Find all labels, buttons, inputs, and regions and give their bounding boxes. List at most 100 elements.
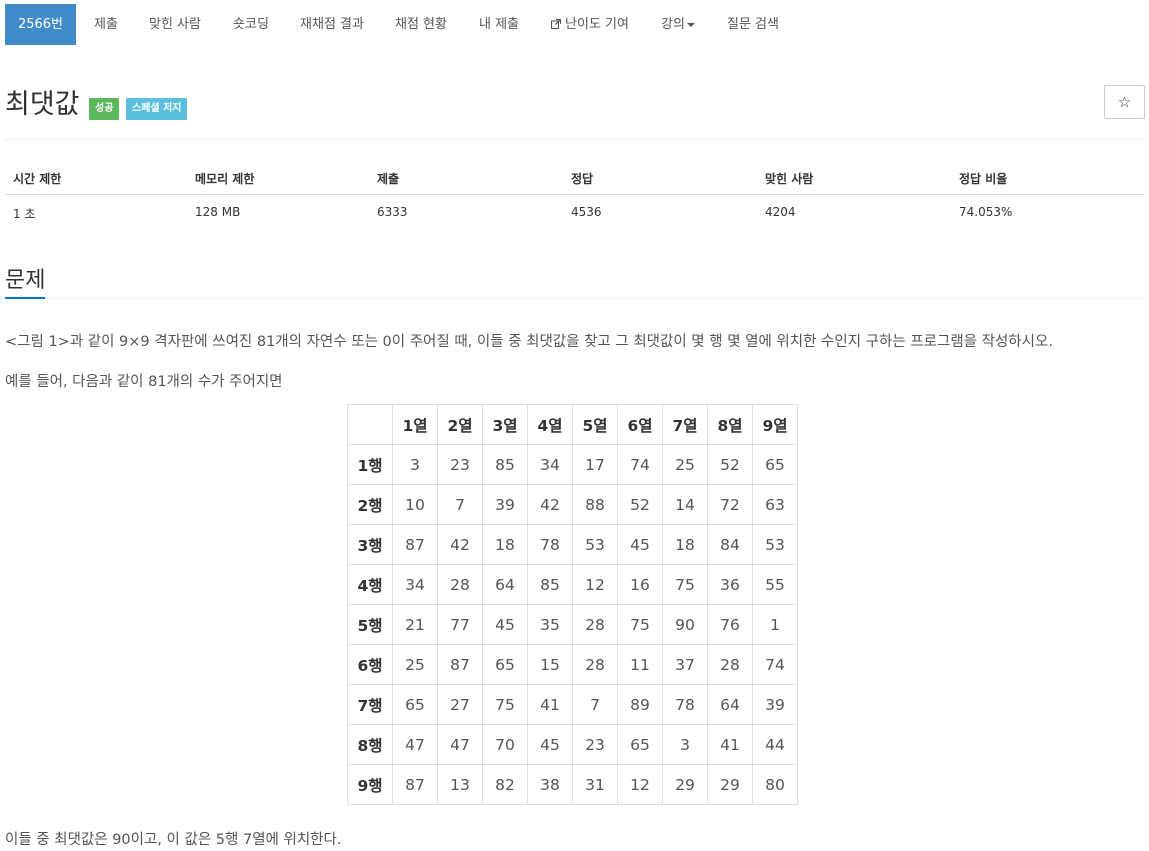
nav-problem-number[interactable]: 2566번 — [5, 4, 76, 45]
stat-value-solved-users: 4204 — [765, 205, 796, 219]
stat-value-accept-ratio: 74.053% — [959, 205, 1013, 219]
grid-cell: 44 — [752, 724, 798, 765]
grid-cell: 87 — [392, 764, 438, 805]
grid-cell: 39 — [482, 484, 528, 525]
grid-cell: 47 — [392, 724, 438, 765]
problem-title: 최댓값 — [5, 89, 80, 120]
grid-cell: 77 — [437, 604, 483, 645]
grid-cell: 45 — [482, 604, 528, 645]
grid-header-row: 1열 2열 3열 4열 5열 6열 7열 8열 9열 — [347, 404, 798, 445]
stat-value-submissions: 6333 — [377, 205, 408, 219]
grid-cell: 21 — [392, 604, 438, 645]
grid-col-header: 6열 — [617, 404, 663, 445]
nav-rejudge-results[interactable]: 재채점 결과 — [292, 4, 372, 45]
grid-col-header: 3열 — [482, 404, 528, 445]
stat-value-time-limit: 1 초 — [13, 207, 36, 221]
grid-cell: 27 — [437, 684, 483, 725]
title-divider — [5, 139, 1144, 140]
grid-cell: 88 — [572, 484, 618, 525]
grid-cell: 18 — [482, 524, 528, 565]
nav-short-coding[interactable]: 숏코딩 — [224, 4, 278, 45]
grid-cell: 65 — [752, 444, 798, 485]
grid-cell: 28 — [572, 644, 618, 685]
grid-cell: 36 — [707, 564, 753, 605]
grid-cell: 23 — [437, 444, 483, 485]
grid-row-header: 6행 — [347, 644, 393, 685]
grid-cell: 64 — [482, 564, 528, 605]
grid-cell: 65 — [392, 684, 438, 725]
grid-cell: 34 — [527, 444, 573, 485]
status-badge-special-judge: 스페셜 저지 — [126, 98, 188, 120]
grid-cell: 53 — [752, 524, 798, 565]
grid-cell: 7 — [437, 484, 483, 525]
grid-cell: 41 — [707, 724, 753, 765]
grid-cell: 85 — [527, 564, 573, 605]
grid-cell: 28 — [572, 604, 618, 645]
grid-cell: 35 — [527, 604, 573, 645]
grid-cell: 3 — [392, 444, 438, 485]
grid-cell: 90 — [662, 604, 708, 645]
grid-cell: 41 — [527, 684, 573, 725]
grid-cell: 38 — [527, 764, 573, 805]
grid-cell: 13 — [437, 764, 483, 805]
caret-down-icon — [686, 22, 695, 27]
star-icon: ☆ — [1117, 93, 1132, 111]
problem-description: <그림 1>과 같이 9×9 격자판에 쓰여진 81개의 자연수 또는 0이 주… — [5, 334, 1053, 350]
grid-cell: 53 — [572, 524, 618, 565]
stats-header-divider — [5, 194, 1144, 195]
grid-cell: 75 — [617, 604, 663, 645]
grid-cell: 72 — [707, 484, 753, 525]
grid-cell: 65 — [617, 724, 663, 765]
grid-cell: 84 — [707, 524, 753, 565]
grid-corner-cell — [347, 404, 393, 445]
grid-col-header: 2열 — [437, 404, 483, 445]
grid-row-header: 9행 — [347, 764, 393, 805]
grid-row: 5행 21 77 45 35 28 75 90 76 1 — [347, 604, 798, 645]
grid-cell: 29 — [707, 764, 753, 805]
nav-judge-status[interactable]: 채점 현황 — [386, 4, 456, 45]
problem-nav: 2566번 제출 맞힌 사람 숏코딩 재채점 결과 채점 현황 내 제출 난이도… — [0, 0, 1149, 46]
nav-submit[interactable]: 제출 — [82, 4, 130, 45]
nav-my-submissions[interactable]: 내 제출 — [470, 4, 528, 45]
grid-cell: 10 — [392, 484, 438, 525]
grid-cell: 25 — [392, 644, 438, 685]
grid-row: 8행 47 47 70 45 23 65 3 41 44 — [347, 724, 798, 765]
grid-cell: 12 — [617, 764, 663, 805]
grid-row: 6행 25 87 65 15 28 11 37 28 74 — [347, 644, 798, 685]
grid-cell: 89 — [617, 684, 663, 725]
grid-row: 2행 10 7 39 42 88 52 14 72 63 — [347, 484, 798, 525]
grid-col-header: 1열 — [392, 404, 438, 445]
nav-solved-users[interactable]: 맞힌 사람 — [141, 4, 209, 45]
status-badge-success: 성공 — [89, 98, 120, 120]
grid-cell: 25 — [662, 444, 708, 485]
nav-difficulty-label: 난이도 기여 — [565, 17, 629, 32]
grid-cell: 39 — [752, 684, 798, 725]
grid-cell: 17 — [572, 444, 618, 485]
grid-cell: 11 — [617, 644, 663, 685]
example-grid-table: 1열 2열 3열 4열 5열 6열 7열 8열 9열 1행 3 23 85 34 17 74… — [347, 404, 798, 805]
nav-lectures-dropdown[interactable]: 강의 — [653, 4, 703, 45]
grid-cell: 47 — [437, 724, 483, 765]
grid-row-header: 3행 — [347, 524, 393, 565]
grid-cell: 31 — [572, 764, 618, 805]
stat-header-time-limit: 시간 제한 — [13, 172, 62, 186]
nav-question-search[interactable]: 질문 검색 — [717, 4, 789, 45]
stat-header-submissions: 제출 — [377, 172, 400, 186]
nav-difficulty-contribution[interactable]: 난이도 기여 — [541, 4, 639, 45]
grid-cell: 52 — [707, 444, 753, 485]
grid-row-header: 4행 — [347, 564, 393, 605]
grid-cell: 75 — [482, 684, 528, 725]
example-conclusion: 이들 중 최댓값은 90이고, 이 값은 5행 7열에 위치한다. — [5, 832, 342, 848]
favorite-button[interactable]: ☆ — [1104, 85, 1145, 119]
grid-cell: 3 — [662, 724, 708, 765]
grid-cell: 14 — [662, 484, 708, 525]
stat-header-accept-ratio: 정답 비율 — [959, 172, 1008, 186]
grid-cell: 55 — [752, 564, 798, 605]
grid-body: 1행 3 23 85 34 17 74 25 52 65 2행 10 7 39 42 88 52 14 72 63 3행… — [347, 444, 798, 805]
grid-cell: 76 — [707, 604, 753, 645]
example-intro: 예를 들어, 다음과 같이 81개의 수가 주어지면 — [5, 374, 283, 390]
grid-row: 7행 65 27 75 41 7 89 78 64 39 — [347, 684, 798, 725]
grid-cell: 74 — [752, 644, 798, 685]
grid-col-header: 4열 — [527, 404, 573, 445]
grid-row-header: 7행 — [347, 684, 393, 725]
